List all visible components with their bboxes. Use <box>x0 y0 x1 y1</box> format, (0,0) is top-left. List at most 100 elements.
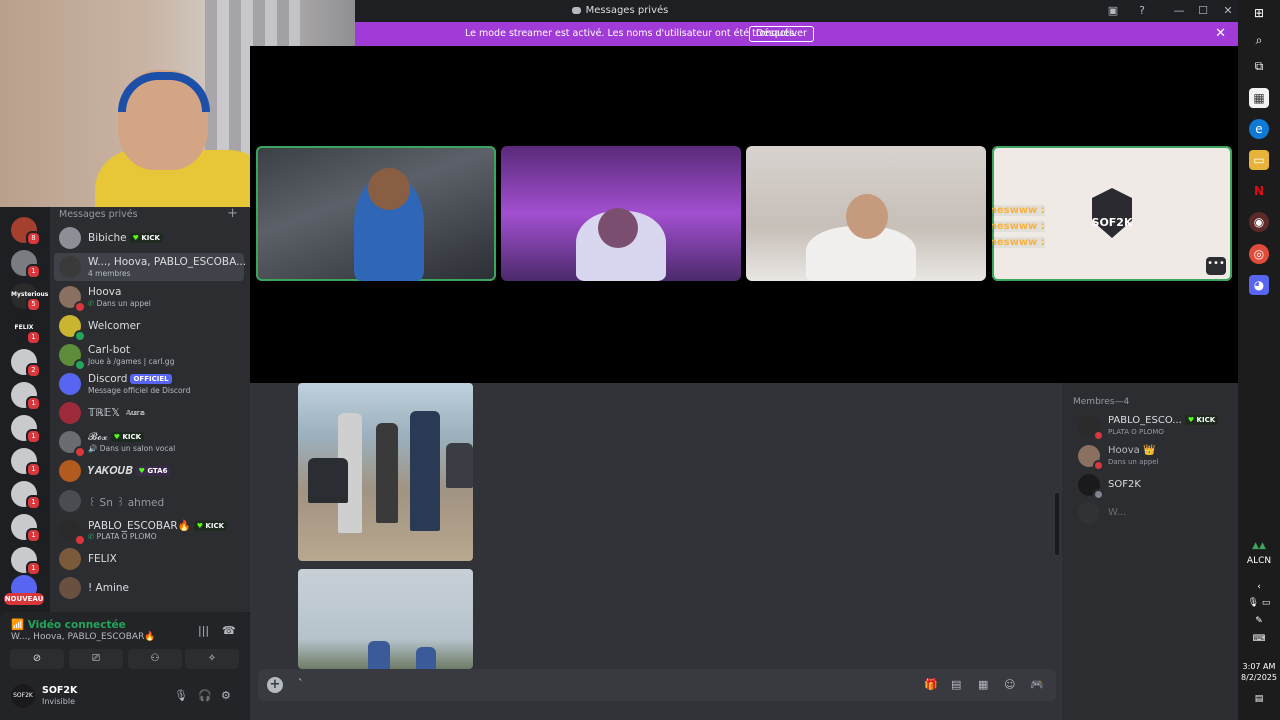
user-name: SOF2K <box>42 685 78 696</box>
message-composer[interactable]: + ` 🎁 ▤ ▦ ☺ 🎮 <box>258 669 1056 701</box>
image-attachment[interactable] <box>298 569 473 669</box>
avatar <box>1078 502 1100 524</box>
edge-icon[interactable]: e <box>1249 119 1269 139</box>
discord-icon[interactable]: ◕ <box>1249 275 1269 295</box>
server-icon[interactable]: 1 <box>11 415 41 444</box>
dm-item-carl-bot[interactable]: Carl-bot Joue à /games | carl.gg <box>54 341 244 371</box>
soundboard-button[interactable]: ✧ <box>185 649 239 669</box>
pen-icon[interactable]: ✎ <box>1238 616 1280 626</box>
stock-ticker[interactable]: ALCN <box>1238 556 1280 566</box>
member-item[interactable]: Hoova 👑 Dans un appel <box>1078 443 1234 471</box>
app-icon[interactable]: ◉ <box>1249 212 1269 232</box>
headphones-icon[interactable]: 🎧 <box>198 689 212 702</box>
dm-header: Messages privés <box>59 209 138 220</box>
windows-taskbar: ⊞ ⌕ ⧉ ▦ e ▭ N ◉ ◎ ◕ ▲▲ ALCN ‹ 🎙 ▭ ✎ ⌨ 3:… <box>1238 0 1280 720</box>
dm-item-welcomer[interactable]: Welcomer <box>54 312 244 342</box>
dm-item-pablo[interactable]: PABLO_ESCOBAR🔥KICK ✆ PLATA O PLOMO <box>54 516 244 546</box>
dm-name: 𝓑𝓸𝔁KICK <box>88 431 145 444</box>
dm-item-amine[interactable]: ! Amine <box>54 574 244 602</box>
screen-share-icon[interactable]: ▣ <box>1105 3 1121 19</box>
video-tile-2[interactable] <box>501 146 741 281</box>
dm-item-bibiche[interactable]: BibicheKICK <box>54 224 244 252</box>
server-icon[interactable]: 8 <box>11 217 41 246</box>
dm-item-trex[interactable]: 𝕋ℝ𝔼𝕏 𝔸𝕦𝕣𝕒 <box>54 399 244 427</box>
microphone-icon[interactable]: 🎙 <box>174 689 188 702</box>
search-icon[interactable]: ⌕ <box>1249 30 1269 50</box>
server-icon[interactable]: FELIX 1 <box>11 316 41 345</box>
dm-item-felix[interactable]: FELIX <box>54 545 244 573</box>
video-tile-3[interactable] <box>746 146 986 281</box>
user-status: Invisible <box>42 697 75 706</box>
member-item[interactable]: PABLO_ESCO...KICK PLATA O PLOMO <box>1078 413 1234 441</box>
activity-button[interactable]: ⚇ <box>128 649 182 669</box>
notification-icon[interactable]: ▤ <box>1238 694 1280 704</box>
image-attachment[interactable] <box>298 383 473 561</box>
participant-head <box>598 208 638 248</box>
game-controller-icon[interactable]: 🎮 <box>1030 678 1044 691</box>
store-icon[interactable]: ▦ <box>1249 88 1269 108</box>
photo-person <box>368 641 390 669</box>
noise-suppression-icon[interactable]: ||| <box>198 624 209 637</box>
dm-item-yakoub[interactable]: 𝒀𝑨𝑲𝑶𝑼𝑩GTA6 <box>54 457 244 485</box>
window-title: Messages privés <box>355 5 885 16</box>
keyboard-icon[interactable]: ⌨ <box>1238 634 1280 644</box>
screen-share-button[interactable]: ⎚ <box>69 649 123 669</box>
member-item[interactable]: W... <box>1078 500 1234 526</box>
task-view-icon[interactable]: ⧉ <box>1249 56 1269 76</box>
help-icon[interactable]: ? <box>1134 3 1150 19</box>
voice-channel[interactable]: W..., Hoova, PABLO_ESCOBAR🔥 <box>11 632 156 642</box>
gift-icon[interactable]: 🎁 <box>924 678 938 691</box>
member-sub: Dans un appel <box>1108 458 1159 466</box>
clock[interactable]: 3:07 AM 8/2/2025 <box>1238 661 1280 683</box>
disable-streamer-button[interactable]: Désactiver <box>749 26 814 42</box>
dm-name: 𝒀𝑨𝑲𝑶𝑼𝑩GTA6 <box>88 465 171 478</box>
windows-start-icon[interactable]: ⊞ <box>1249 3 1269 23</box>
server-icon[interactable]: 1 <box>11 250 41 279</box>
dm-item-ahmed[interactable]: ꒰ Sn ꒱ ahmed <box>54 487 244 515</box>
video-tile-1[interactable] <box>256 146 496 281</box>
emoji-icon[interactable]: ☺ <box>1004 678 1015 691</box>
settings-gear-icon[interactable]: ⚙ <box>221 689 231 702</box>
new-dm-icon[interactable]: + <box>227 206 238 221</box>
server-icon[interactable]: 1 <box>11 382 41 411</box>
dm-item-hoova[interactable]: Hoova ✆ Dans un appel <box>54 283 244 313</box>
server-icon[interactable]: 1 <box>11 481 41 510</box>
dm-name: ꒰ Sn ꒱ ahmed <box>88 497 165 509</box>
member-item[interactable]: SOF2K <box>1078 472 1234 500</box>
disconnect-icon[interactable]: ☎ <box>222 624 236 637</box>
dm-list: Messages privés + BibicheKICK W..., Hoov… <box>50 206 250 612</box>
dm-name: Welcomer <box>88 320 141 332</box>
server-icon[interactable]: Mysterious 5 <box>11 283 48 312</box>
server-icon[interactable]: 1 <box>11 448 41 477</box>
dm-item-group[interactable]: W..., Hoova, PABLO_ESCOBA... 4 membres <box>54 253 246 281</box>
add-attachment-button[interactable]: + <box>267 677 283 693</box>
dm-name: FELIX <box>88 553 117 565</box>
maximize-button[interactable]: ☐ <box>1195 3 1211 19</box>
gif-icon[interactable]: ▤ <box>951 678 961 691</box>
user-avatar[interactable]: SOF2K <box>11 684 35 708</box>
dm-item-box[interactable]: 𝓑𝓸𝔁KICK 🔊 Dans un salon vocal <box>54 428 244 458</box>
server-icon[interactable]: 1 <box>11 514 41 543</box>
close-banner-icon[interactable]: ✕ <box>1215 26 1226 41</box>
netflix-icon[interactable]: N <box>1249 181 1269 201</box>
folder-icon[interactable]: ▭ <box>1249 150 1269 170</box>
sof2k-logo: SOF2K <box>1092 188 1132 238</box>
microphone-icon[interactable]: 🎙 ▭ <box>1238 598 1280 608</box>
chrome-icon[interactable]: ◎ <box>1249 244 1269 264</box>
chat-area: + ` 🎁 ▤ ▦ ☺ 🎮 <box>250 383 1062 720</box>
minimize-button[interactable]: — <box>1171 3 1187 19</box>
server-icon[interactable]: 2 <box>11 349 41 378</box>
server-icon[interactable]: 1 <box>11 547 41 576</box>
camera-button[interactable]: ⊘ <box>10 649 64 669</box>
close-window-button[interactable]: ✕ <box>1220 3 1236 19</box>
dm-name: Carl-bot <box>88 344 130 356</box>
video-tile-4[interactable]: comyouneswww : comyouneswww : comyounesw… <box>992 146 1232 281</box>
dm-item-discord[interactable]: Discord OFFICIEL Message officiel de Disc… <box>54 370 244 398</box>
tile-more-button[interactable]: ••• <box>1206 257 1226 275</box>
chevron-up-icon[interactable]: ‹ <box>1238 582 1280 592</box>
avatar <box>59 402 81 424</box>
chat-scrollbar[interactable] <box>1055 493 1059 555</box>
sticker-icon[interactable]: ▦ <box>978 678 988 691</box>
message-input[interactable]: ` <box>298 677 304 690</box>
signal-icon: 📶 <box>11 619 28 631</box>
